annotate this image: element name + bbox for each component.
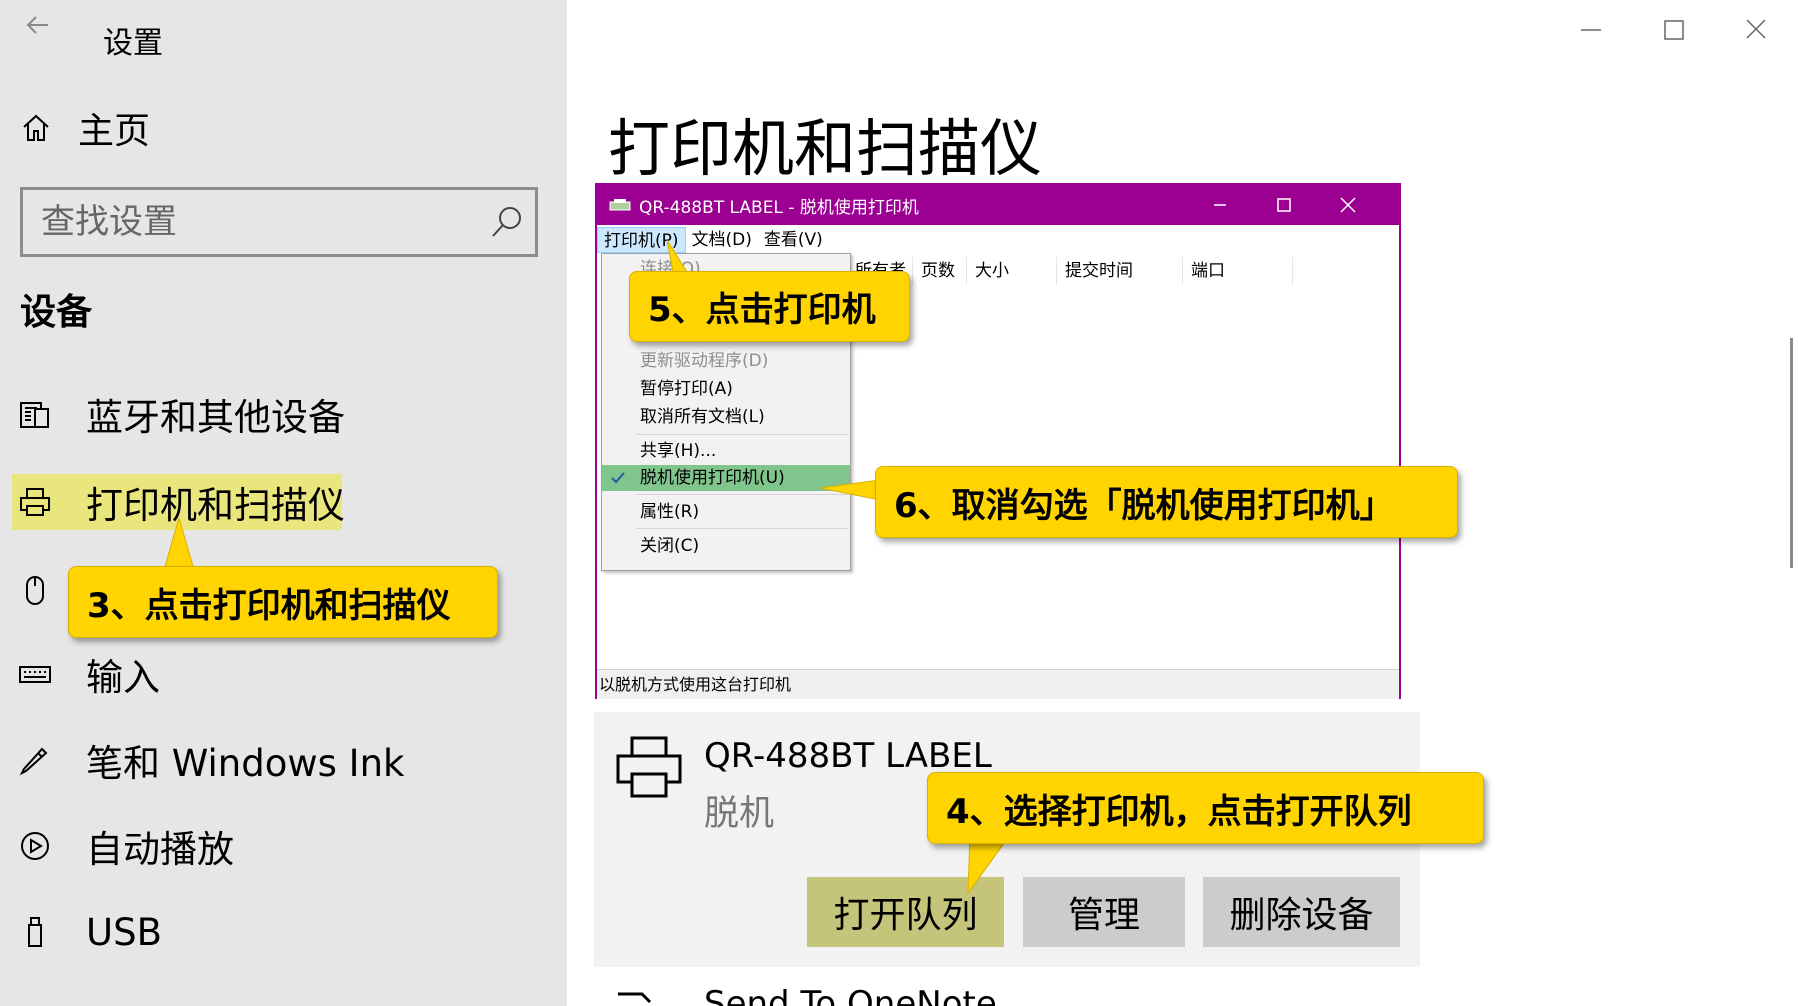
callout-step3: 3、点击打印机和扫描仪 bbox=[68, 566, 498, 638]
callout-pointer bbox=[163, 518, 195, 570]
queue-close-icon[interactable] bbox=[1317, 185, 1379, 225]
section-title-devices: 设备 bbox=[20, 292, 93, 333]
search-input[interactable] bbox=[23, 190, 463, 254]
nav-home-label: 主页 bbox=[78, 111, 151, 152]
nav-autoplay[interactable]: 自动播放 bbox=[12, 818, 512, 874]
col-size[interactable]: 大小 bbox=[967, 257, 1057, 285]
minimize-icon[interactable] bbox=[1571, 12, 1611, 48]
remove-device-button[interactable]: 删除设备 bbox=[1203, 877, 1400, 947]
nav-bluetooth[interactable]: 蓝牙和其他设备 bbox=[12, 386, 512, 442]
callout-pointer bbox=[967, 835, 1011, 895]
queue-title-text: QR-488BT LABEL - 脱机使用打印机 bbox=[639, 197, 919, 218]
menu-view[interactable]: 查看(V) bbox=[758, 227, 829, 253]
menu-item-use-offline[interactable]: 脱机使用打印机(U) bbox=[602, 465, 850, 491]
callout-step5: 5、点击打印机 bbox=[629, 271, 910, 342]
menu-item-cancel-all[interactable]: 取消所有文档(L) bbox=[602, 404, 850, 430]
col-submitted[interactable]: 提交时间 bbox=[1057, 257, 1183, 285]
printer-name: QR-488BT LABEL bbox=[704, 736, 992, 776]
printer-icon bbox=[618, 992, 652, 1004]
callout-step4: 4、选择打印机，点击打开队列 bbox=[927, 772, 1484, 844]
close-icon[interactable] bbox=[1736, 12, 1776, 48]
nav-pen-label: 笔和 Windows Ink bbox=[86, 742, 405, 785]
printer-list-item-onenote[interactable]: Send To OneNote bbox=[614, 984, 1014, 1006]
printer-icon bbox=[20, 488, 50, 516]
usb-icon bbox=[28, 917, 42, 947]
menu-document[interactable]: 文档(D) bbox=[686, 227, 758, 253]
nav-bluetooth-label: 蓝牙和其他设备 bbox=[86, 396, 345, 439]
menu-item-close[interactable]: 关闭(C) bbox=[602, 533, 850, 559]
page-title: 打印机和扫描仪 bbox=[608, 112, 1043, 185]
printer-list-item-label: Send To OneNote bbox=[704, 984, 997, 1006]
settings-sidebar: 设置 主页 设备 蓝牙和其他设备 打印机和扫描仪 bbox=[0, 0, 567, 1006]
home-icon bbox=[23, 114, 49, 141]
nav-input-label: 输入 bbox=[86, 656, 160, 699]
menu-item-use-offline-label: 脱机使用打印机(U) bbox=[640, 468, 785, 488]
menu-separator bbox=[636, 434, 848, 435]
bluetooth-devices-icon bbox=[20, 402, 49, 428]
manage-button[interactable]: 管理 bbox=[1023, 877, 1185, 947]
printer-queue-window: QR-488BT LABEL - 脱机使用打印机 打印机(P) 文档(D) 查看… bbox=[595, 183, 1401, 699]
queue-status-bar: 以脱机方式使用这台打印机 bbox=[597, 669, 1399, 699]
printer-status: 脱机 bbox=[704, 794, 775, 834]
nav-usb-label: USB bbox=[86, 910, 162, 954]
queue-column-headers: 所有者 页数 大小 提交时间 端口 bbox=[847, 257, 1293, 285]
callout-pointer bbox=[820, 479, 880, 501]
search-box[interactable] bbox=[20, 187, 538, 257]
app-title: 设置 bbox=[103, 26, 163, 61]
nav-usb[interactable]: USB bbox=[12, 904, 512, 960]
nav-home[interactable]: 主页 bbox=[20, 103, 320, 153]
menu-separator bbox=[636, 494, 848, 495]
keyboard-icon bbox=[19, 666, 51, 683]
pen-icon bbox=[19, 747, 48, 776]
printer-small-icon bbox=[609, 199, 631, 211]
maximize-icon[interactable] bbox=[1654, 12, 1694, 48]
menu-item-properties[interactable]: 属性(R) bbox=[602, 499, 850, 525]
back-arrow-icon[interactable] bbox=[22, 10, 52, 40]
nav-autoplay-label: 自动播放 bbox=[86, 828, 234, 871]
search-icon[interactable] bbox=[489, 204, 525, 240]
printer-icon bbox=[616, 736, 682, 798]
menu-item-pause[interactable]: 暂停打印(A) bbox=[602, 376, 850, 402]
autoplay-icon bbox=[21, 832, 49, 860]
scrollbar[interactable] bbox=[1790, 338, 1793, 568]
menu-item-update-driver[interactable]: 更新驱动程序(D) bbox=[602, 348, 850, 374]
queue-titlebar: QR-488BT LABEL - 脱机使用打印机 bbox=[597, 185, 1399, 225]
queue-menubar: 打印机(P) 文档(D) 查看(V) bbox=[597, 225, 1399, 255]
menu-item-share[interactable]: 共享(H)... bbox=[602, 438, 850, 464]
nav-printers-label: 打印机和扫描仪 bbox=[86, 484, 345, 527]
nav-pen[interactable]: 笔和 Windows Ink bbox=[12, 732, 512, 788]
check-icon bbox=[611, 472, 625, 484]
queue-maximize-icon[interactable] bbox=[1253, 185, 1315, 225]
menu-separator bbox=[636, 528, 848, 529]
col-pages[interactable]: 页数 bbox=[913, 257, 967, 285]
nav-input[interactable]: 输入 bbox=[12, 646, 512, 702]
col-port[interactable]: 端口 bbox=[1183, 257, 1293, 285]
queue-minimize-icon[interactable] bbox=[1189, 185, 1251, 225]
callout-step6: 6、取消勾选「脱机使用打印机」 bbox=[875, 466, 1458, 538]
mouse-icon bbox=[26, 576, 44, 605]
